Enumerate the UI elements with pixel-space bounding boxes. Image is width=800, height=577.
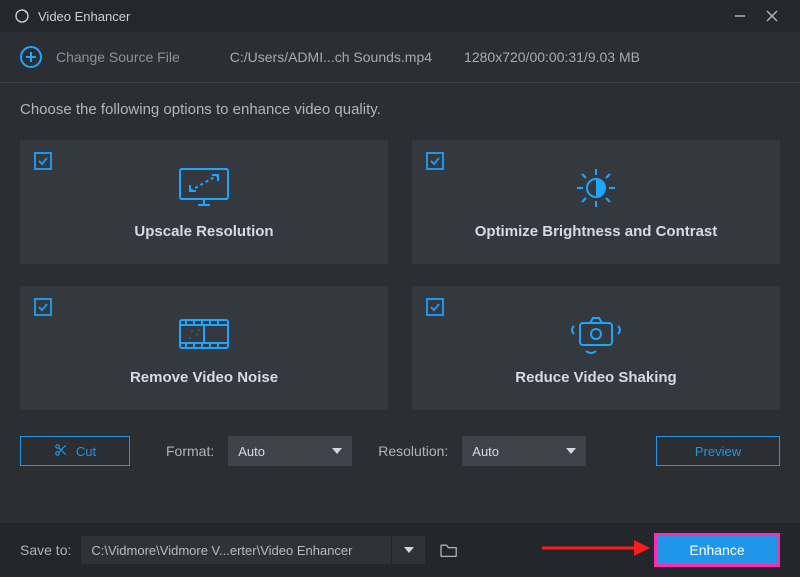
save-path-text: C:\Vidmore\Vidmore V...erter\Video Enhan… bbox=[91, 543, 352, 558]
cut-button-label: Cut bbox=[76, 444, 96, 459]
card-upscale-label: Upscale Resolution bbox=[134, 223, 273, 240]
open-folder-button[interactable] bbox=[435, 536, 463, 564]
card-noise-label: Remove Video Noise bbox=[130, 369, 278, 386]
footer-bar: Save to: C:\Vidmore\Vidmore V...erter\Vi… bbox=[0, 523, 800, 577]
enhance-highlight: Enhance bbox=[654, 533, 780, 567]
format-label: Format: bbox=[166, 443, 214, 459]
enhance-button[interactable]: Enhance bbox=[657, 536, 777, 564]
chevron-down-icon bbox=[332, 448, 342, 454]
change-source-link[interactable]: Change Source File bbox=[56, 49, 180, 65]
checkbox-upscale[interactable] bbox=[34, 152, 52, 170]
scissors-icon bbox=[54, 443, 68, 460]
app-icon bbox=[14, 8, 30, 24]
titlebar: Video Enhancer bbox=[0, 0, 800, 32]
format-select[interactable]: Auto bbox=[228, 436, 352, 466]
checkbox-shaking[interactable] bbox=[426, 298, 444, 316]
monitor-upscale-icon bbox=[176, 165, 232, 211]
save-path-field[interactable]: C:\Vidmore\Vidmore V...erter\Video Enhan… bbox=[81, 536, 391, 564]
resolution-value: Auto bbox=[472, 444, 499, 459]
preview-button[interactable]: Preview bbox=[656, 436, 780, 466]
source-path: C:/Users/ADMI...ch Sounds.mp4 bbox=[230, 49, 432, 65]
save-path-box: C:\Vidmore\Vidmore V...erter\Video Enhan… bbox=[81, 536, 425, 564]
checkbox-brightness[interactable] bbox=[426, 152, 444, 170]
main-area: Choose the following options to enhance … bbox=[0, 83, 800, 410]
card-brightness-label: Optimize Brightness and Contrast bbox=[475, 223, 718, 240]
save-to-label: Save to: bbox=[20, 542, 71, 558]
save-path-dropdown[interactable] bbox=[391, 536, 425, 564]
close-button[interactable] bbox=[758, 2, 786, 30]
chevron-down-icon bbox=[404, 547, 414, 553]
instruction-text: Choose the following options to enhance … bbox=[20, 101, 780, 118]
sun-contrast-icon bbox=[569, 165, 623, 211]
window-title: Video Enhancer bbox=[38, 9, 722, 24]
checkbox-noise[interactable] bbox=[34, 298, 52, 316]
chevron-down-icon bbox=[566, 448, 576, 454]
preview-button-label: Preview bbox=[695, 444, 741, 459]
minimize-button[interactable] bbox=[726, 2, 754, 30]
resolution-label: Resolution: bbox=[378, 443, 448, 459]
camera-shake-icon bbox=[566, 311, 626, 357]
source-meta: 1280x720/00:00:31/9.03 MB bbox=[464, 49, 640, 65]
filmstrip-noise-icon bbox=[176, 311, 232, 357]
card-remove-noise[interactable]: Remove Video Noise bbox=[20, 286, 388, 410]
card-reduce-shaking[interactable]: Reduce Video Shaking bbox=[412, 286, 780, 410]
controls-row: Cut Format: Auto Resolution: Auto Previe… bbox=[0, 410, 800, 466]
enhance-button-label: Enhance bbox=[689, 542, 744, 558]
source-row: Change Source File C:/Users/ADMI...ch So… bbox=[0, 32, 800, 83]
resolution-select[interactable]: Auto bbox=[462, 436, 586, 466]
option-cards: Upscale Resolution bbox=[20, 140, 780, 410]
card-brightness-contrast[interactable]: Optimize Brightness and Contrast bbox=[412, 140, 780, 264]
cut-button[interactable]: Cut bbox=[20, 436, 130, 466]
add-source-button[interactable] bbox=[20, 46, 42, 68]
card-shaking-label: Reduce Video Shaking bbox=[515, 369, 676, 386]
format-value: Auto bbox=[238, 444, 265, 459]
card-upscale-resolution[interactable]: Upscale Resolution bbox=[20, 140, 388, 264]
